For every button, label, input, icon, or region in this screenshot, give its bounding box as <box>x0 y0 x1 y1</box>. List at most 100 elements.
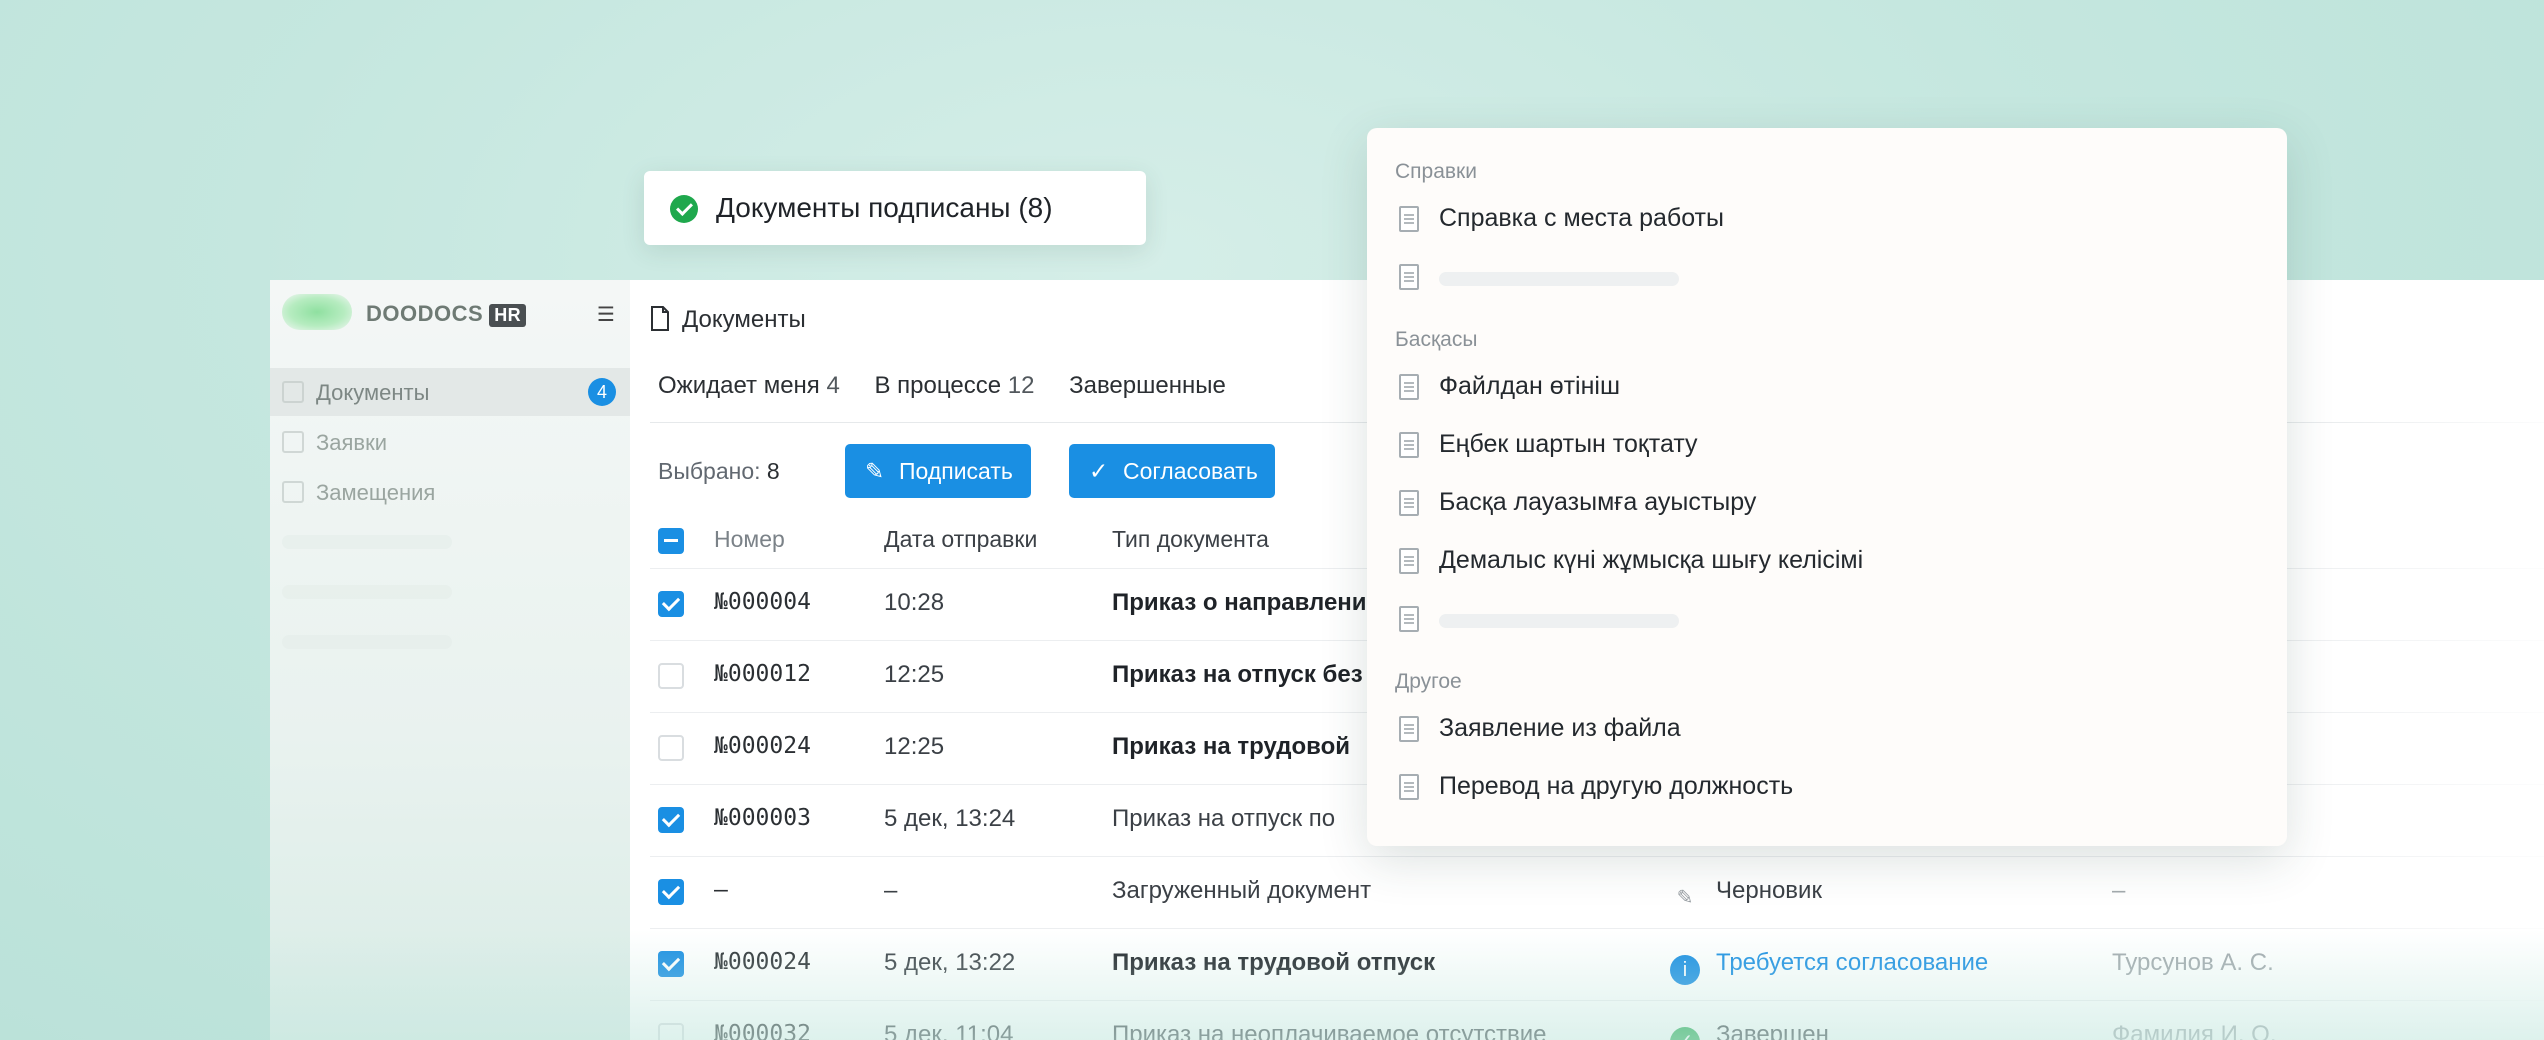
sidebar-item-substitutions[interactable]: Замещения <box>270 468 630 516</box>
tab-awaiting-me[interactable]: Ожидает меня 4 <box>658 372 840 400</box>
sent-date: 10:28 <box>884 589 945 616</box>
sidebar-item-label: Замещения <box>316 480 436 505</box>
tab-label: Ожидает меня <box>658 372 820 399</box>
sidebar-item-documents[interactable]: Документы 4 <box>270 368 630 416</box>
dropdown-item[interactable]: Заявление из файла <box>1395 710 2255 750</box>
sidebar: DOODOCS HR ☰ Документы 4 Заявки Замещения <box>270 280 630 1040</box>
document-icon <box>1399 606 1419 632</box>
sidebar-item-label: Заявки <box>316 430 388 455</box>
document-icon <box>1399 774 1419 800</box>
check-icon: ✓ <box>1089 459 1109 485</box>
document-icon <box>1399 490 1419 516</box>
row-checkbox[interactable] <box>658 735 684 761</box>
collapse-sidebar-icon[interactable]: ☰ <box>592 300 620 328</box>
dropdown-item[interactable]: Перевод на другую должность <box>1395 768 2255 808</box>
signature-icon: ✎ <box>865 459 885 485</box>
folder-icon <box>282 481 304 503</box>
dropdown-group-title: Справки <box>1395 160 1477 183</box>
dropdown-item[interactable] <box>1395 258 2255 298</box>
document-type-dropdown: Справки Справка с места работы Басқасы Файл… <box>1367 128 2287 846</box>
tab-count: 12 <box>1007 372 1035 399</box>
document-icon <box>1399 548 1419 574</box>
loading-placeholder <box>1439 614 1679 628</box>
document-type: Приказ на отпуск без <box>1112 661 1363 688</box>
document-type: Приказ на трудовой <box>1112 733 1351 760</box>
tab-completed[interactable]: Завершенные <box>1069 372 1226 400</box>
document-type: Приказ на отпуск по <box>1112 805 1336 832</box>
tab-label: В процессе <box>874 372 1002 399</box>
document-number: №000024 <box>714 733 811 759</box>
sidebar-item-label: Документы <box>316 380 430 405</box>
dropdown-item[interactable]: Файлдан өтініш <box>1395 368 2255 408</box>
document-type: Приказ о направлении <box>1112 589 1382 616</box>
logo-name: DOODOCS <box>366 301 484 326</box>
document-icon <box>1399 264 1419 290</box>
row-checkbox[interactable] <box>658 591 684 617</box>
column-date[interactable]: Дата отправки <box>884 526 1037 553</box>
sidebar-placeholder <box>282 635 452 649</box>
dropdown-item[interactable]: Демалыс күні жұмысқа шығу келісімі <box>1395 542 2255 582</box>
sidebar-placeholder <box>282 585 452 599</box>
document-icon <box>1399 206 1419 232</box>
tab-label: Завершенные <box>1069 372 1226 399</box>
document-icon <box>282 381 304 403</box>
fade-overlay <box>2284 280 2544 1040</box>
documents-count-badge: 4 <box>588 378 616 406</box>
dropdown-item-label: Перевод на другую должность <box>1439 772 1794 800</box>
dropdown-item-label: Файлдан өтініш <box>1439 372 1621 400</box>
selected-label: Выбрано: <box>658 458 761 484</box>
dropdown-item-label: Демалыс күні жұмысқа шығу келісімі <box>1439 546 1864 574</box>
dropdown-group-title: Другое <box>1395 670 1462 693</box>
approve-button[interactable]: ✓ Согласовать <box>1069 444 1275 498</box>
row-checkbox[interactable] <box>658 663 684 689</box>
dropdown-item-label: Справка с места работы <box>1439 204 1724 232</box>
sent-date: 12:25 <box>884 661 945 688</box>
logo-badge: HR <box>489 304 527 327</box>
fade-overlay <box>270 930 2544 1040</box>
sign-button-label: Подписать <box>899 458 1013 484</box>
document-number: №000004 <box>714 589 811 615</box>
requests-icon <box>282 431 304 453</box>
tabs: Ожидает меня 4 В процессе 12 Завершенные <box>658 372 1254 400</box>
select-all-checkbox[interactable] <box>658 528 684 554</box>
toast-text: Документы подписаны (8) <box>716 192 1053 223</box>
dropdown-item[interactable]: Басқа лауазымға ауыстыру <box>1395 484 2255 524</box>
dropdown-group-title: Басқасы <box>1395 328 1478 351</box>
check-circle-icon <box>670 195 698 223</box>
dropdown-item[interactable]: Справка с места работы <box>1395 200 2255 240</box>
sidebar-placeholder <box>282 535 452 549</box>
column-number[interactable]: Номер <box>714 526 785 553</box>
status-text: Черновик <box>1716 877 1822 904</box>
dropdown-item[interactable]: Еңбек шартын тоқтату <box>1395 426 2255 466</box>
sent-date: 12:25 <box>884 733 945 760</box>
document-icon <box>1399 374 1419 400</box>
column-type[interactable]: Тип документа <box>1112 526 1269 553</box>
responsible-person: – <box>2112 877 2126 904</box>
success-toast: Документы подписаны (8) <box>644 171 1146 245</box>
logo-mark <box>282 294 352 330</box>
table-row[interactable]: – – Загруженный документ ✎ Черновик – <box>650 856 2544 928</box>
sidebar-item-requests[interactable]: Заявки <box>270 418 630 466</box>
document-number: – <box>714 877 728 903</box>
logo-text: DOODOCS HR <box>366 301 527 327</box>
row-checkbox[interactable] <box>658 879 684 905</box>
sent-date: – <box>884 877 898 904</box>
tab-in-progress[interactable]: В процессе 12 <box>875 372 1035 400</box>
document-number: №000012 <box>714 661 811 687</box>
dropdown-item[interactable] <box>1395 600 2255 640</box>
selected-number: 8 <box>766 458 780 484</box>
document-number: №000003 <box>714 805 811 831</box>
tab-count: 4 <box>826 372 840 399</box>
approve-button-label: Согласовать <box>1123 458 1258 484</box>
dropdown-item-label: Заявление из файла <box>1439 714 1681 742</box>
dropdown-item-label: Еңбек шартын тоқтату <box>1439 430 1698 458</box>
page-title: Документы <box>650 306 806 334</box>
pencil-icon: ✎ <box>1676 887 1694 909</box>
dropdown-item-label: Басқа лауазымға ауыстыру <box>1439 488 1757 516</box>
loading-placeholder <box>1439 272 1679 286</box>
sign-button[interactable]: ✎ Подписать <box>845 444 1031 498</box>
status: ✎ Черновик <box>1670 877 1822 913</box>
page-title-text: Документы <box>682 306 806 333</box>
row-checkbox[interactable] <box>658 807 684 833</box>
document-icon <box>1399 432 1419 458</box>
